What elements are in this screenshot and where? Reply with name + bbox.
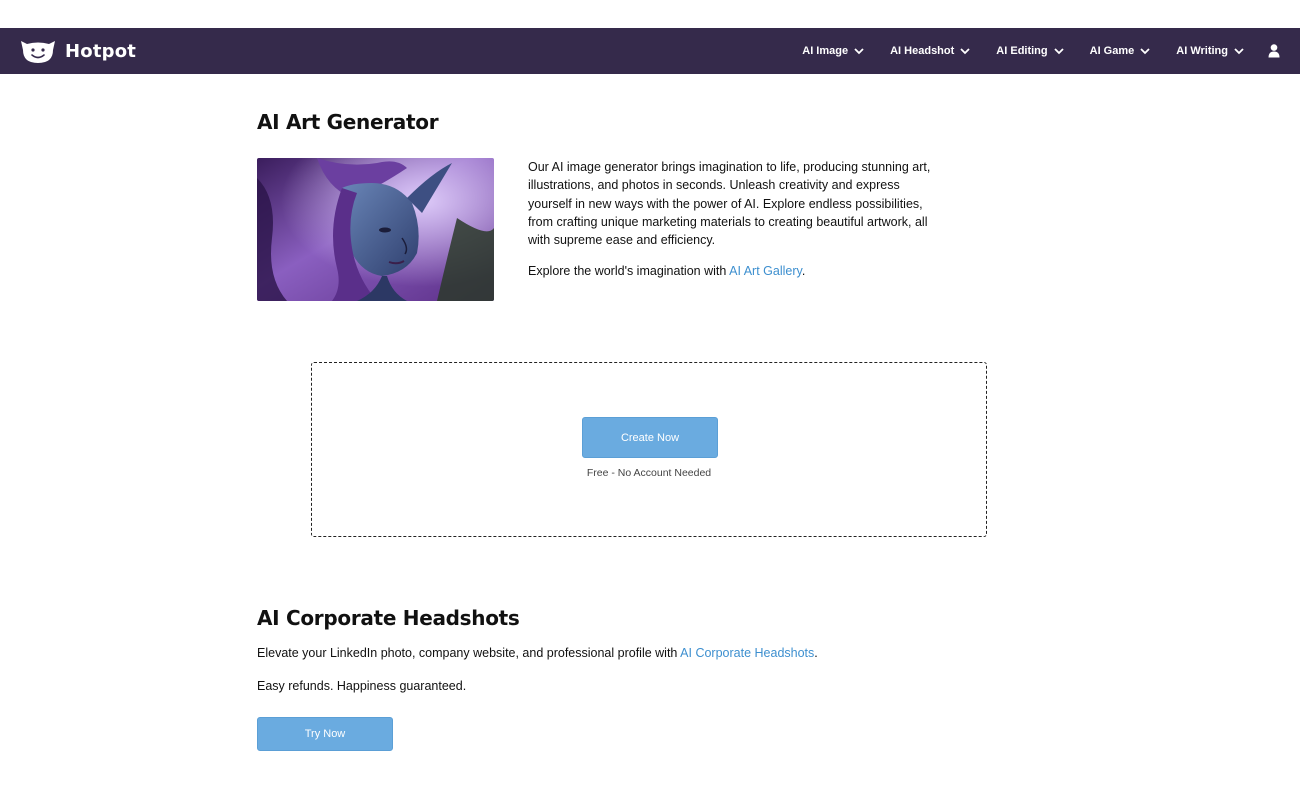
nav-ai-editing[interactable]: AI Editing [996,45,1064,57]
nav-label: AI Editing [996,45,1048,57]
intro-paragraph: Our AI image generator brings imaginatio… [528,160,931,248]
guarantee-text: Easy refunds. Happiness guaranteed. [257,679,467,693]
free-note: Free - No Account Needed [586,467,712,479]
headshots-description: Elevate your LinkedIn photo, company web… [257,644,818,662]
chevron-down-icon [854,47,864,54]
try-now-button[interactable]: Try Now [257,717,393,751]
page-title: AI Art Generator [257,110,439,134]
brand-name: Hotpot [65,40,137,62]
nav-label: AI Game [1089,45,1135,57]
nav-ai-game[interactable]: AI Game [1090,45,1151,57]
chevron-down-icon [960,47,970,54]
hotpot-logo-icon [21,41,55,63]
chevron-down-icon [1234,47,1244,54]
nav-ai-image[interactable]: AI Image [802,45,864,57]
nav-label: AI Image [802,45,849,57]
chevron-down-icon [1053,47,1064,54]
elf-portrait-image [257,158,494,301]
brand-home-link[interactable]: Hotpot [20,28,136,74]
chevron-down-icon [1140,47,1150,54]
user-icon[interactable] [1268,44,1280,58]
ai-art-gallery-link[interactable]: AI Art Gallery [729,264,802,278]
create-dropzone: Create Now Free - No Account Needed [311,362,987,537]
nav-menu: AI Image AI Headshot AI Editing AI Game … [776,28,1280,74]
nav-ai-writing[interactable]: AI Writing [1176,45,1244,57]
nav-ai-headshot[interactable]: AI Headshot [890,45,970,57]
gallery-line: Explore the world's imagination with AI … [528,262,805,280]
headshots-prefix: Elevate your LinkedIn photo, company web… [257,646,681,660]
gallery-prefix: Explore the world's imagination with [528,264,730,278]
create-now-button[interactable]: Create Now [582,417,718,458]
top-navbar: Hotpot AI Image AI Headshot AI Editing A… [0,28,1300,74]
gallery-suffix: . [801,264,806,278]
ai-corporate-headshots-link[interactable]: AI Corporate Headshots [680,646,814,660]
headshots-title: AI Corporate Headshots [257,606,520,630]
nav-label: AI Writing [1176,45,1228,57]
nav-label: AI Headshot [890,45,955,57]
headshots-suffix: . [814,646,818,660]
